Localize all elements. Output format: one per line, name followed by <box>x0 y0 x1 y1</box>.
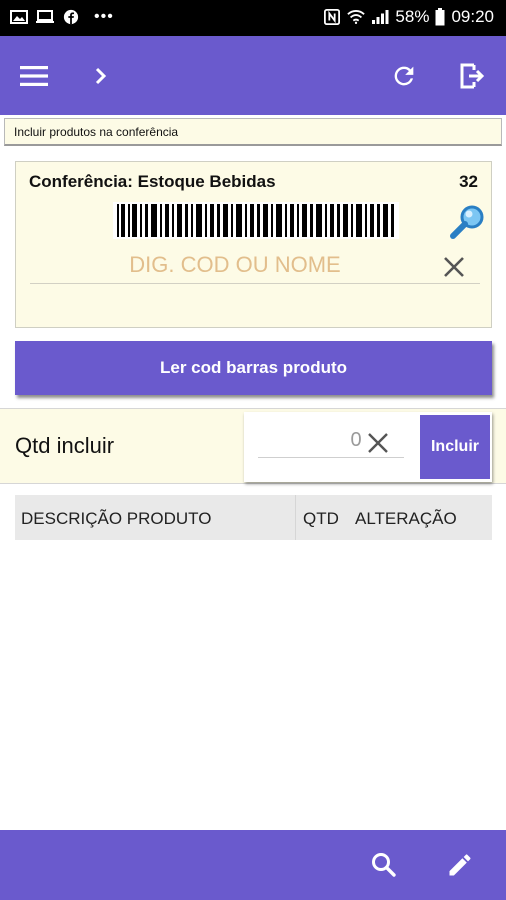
scan-barcode-button[interactable]: Ler cod barras produto <box>15 341 492 395</box>
product-search-input[interactable] <box>30 246 480 284</box>
search-icon <box>372 853 396 877</box>
bottom-edit-button[interactable] <box>442 847 478 883</box>
clear-search-icon[interactable] <box>439 252 469 282</box>
gallery-icon <box>10 10 28 24</box>
menu-button[interactable] <box>14 56 54 96</box>
signal-icon <box>372 10 389 24</box>
qtd-row: Qtd incluir Incluir <box>0 408 506 484</box>
column-header-descricao[interactable]: DESCRIÇÃO PRODUTO <box>21 509 212 529</box>
qtd-label: Qtd incluir <box>15 433 115 458</box>
refresh-button[interactable] <box>384 56 424 96</box>
incluir-button[interactable]: Incluir <box>420 415 490 479</box>
info-strip: Incluir produtos na conferência <box>4 118 502 146</box>
bottom-search-button[interactable] <box>366 847 402 883</box>
exit-button[interactable] <box>452 56 492 96</box>
table-header: DESCRIÇÃO PRODUTO QTD ALTERAÇÃO <box>15 495 492 540</box>
table-body <box>15 540 492 830</box>
app-bar <box>0 36 506 115</box>
status-bar: ••• 58% 09:20 <box>0 0 506 36</box>
forward-button[interactable] <box>81 56 121 96</box>
battery-icon <box>435 8 445 26</box>
cast-icon <box>36 10 54 23</box>
conferencia-title: Conferência: Estoque Bebidas <box>29 172 276 191</box>
edit-icon <box>449 854 471 876</box>
more-dots-icon: ••• <box>94 8 114 25</box>
clear-qtd-icon[interactable] <box>363 428 393 458</box>
conferencia-count: 32 <box>459 172 478 191</box>
clock: 09:20 <box>451 7 494 26</box>
refresh-icon <box>394 66 414 86</box>
conferencia-card: Conferência: Estoque Bebidas 32 <box>15 161 492 328</box>
exit-icon <box>460 63 485 89</box>
magnifier-search-icon[interactable] <box>448 204 486 242</box>
qtd-box: Incluir <box>244 412 492 482</box>
column-header-qtd[interactable]: QTD <box>303 509 339 529</box>
menu-icon <box>20 66 48 86</box>
column-divider <box>295 495 296 540</box>
nfc-icon <box>324 9 341 25</box>
chevron-right-icon <box>95 67 107 85</box>
wifi-icon <box>347 10 366 25</box>
battery-percent: 58% <box>395 7 430 26</box>
bottom-bar <box>0 830 506 900</box>
status-right: 58% 09:20 <box>323 7 494 27</box>
column-header-alteracao[interactable]: ALTERAÇÃO <box>355 509 457 529</box>
facebook-icon <box>63 9 79 25</box>
barcode-icon <box>113 202 399 239</box>
status-left-icons: ••• <box>10 9 114 25</box>
